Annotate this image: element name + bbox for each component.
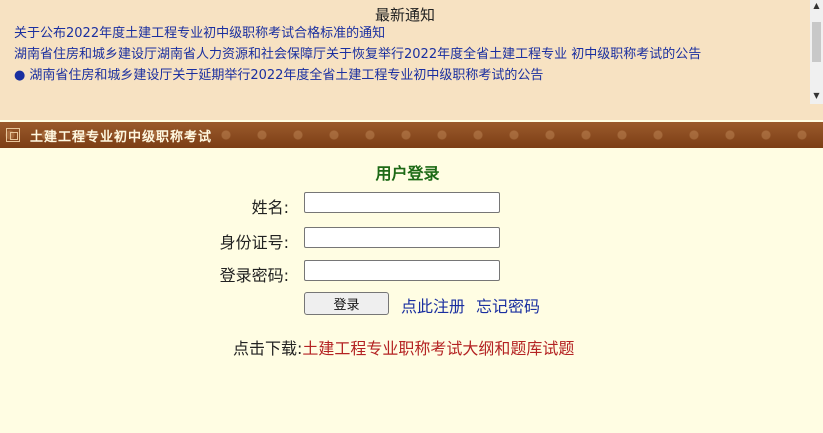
notice-item-2-text: 湖南省住房和城乡建设厅湖南省人力资源和社会保障厅关于恢复举行2022年度全省土建… <box>14 47 702 62</box>
download-row: 点击下载:土建工程专业职称考试大纲和题库试题 <box>233 335 574 359</box>
download-label: 点击下载: <box>233 339 303 358</box>
notice-item-2[interactable]: 湖南省住房和城乡建设厅湖南省人力资源和社会保障厅关于恢复举行2022年度全省土建… <box>10 46 800 63</box>
register-link[interactable]: 点此注册 <box>401 293 465 317</box>
password-label: 登录密码: <box>219 266 289 285</box>
section-title: 土建工程专业初中级职称考试 <box>30 130 213 145</box>
notice-title: 最新通知 <box>374 6 435 24</box>
forgot-password-link[interactable]: 忘记密码 <box>476 293 540 317</box>
scroll-up-icon[interactable]: ▲ <box>810 0 823 12</box>
id-number-input[interactable] <box>304 227 500 248</box>
notice-item-3-text: 湖南省住房和城乡建设厅关于延期举行2022年度全省土建工程专业初中级职称考试的公… <box>29 68 544 83</box>
id-number-label: 身份证号: <box>219 233 289 252</box>
notice-panel: 最新通知 关于公布2022年度土建工程专业初中级职称考试合格标准的通知 湖南省住… <box>0 0 823 120</box>
download-link[interactable]: 土建工程专业职称考试大纲和题库试题 <box>302 339 574 358</box>
name-input[interactable] <box>304 192 500 213</box>
notice-list: 关于公布2022年度土建工程专业初中级职称考试合格标准的通知 湖南省住房和城乡建… <box>10 25 800 88</box>
bullet-icon: ● <box>14 68 26 83</box>
name-row: 姓名: <box>0 192 823 217</box>
login-button[interactable]: 登录 <box>304 292 389 315</box>
section-header-bar: 土建工程专业初中级职称考试 <box>0 122 823 148</box>
name-label: 姓名: <box>251 198 289 217</box>
login-title: 用户登录 <box>375 164 440 183</box>
notice-item-3[interactable]: ● 湖南省住房和城乡建设厅关于延期举行2022年度全省土建工程专业初中级职称考试的… <box>10 67 800 84</box>
scroll-down-icon[interactable]: ▼ <box>810 90 823 102</box>
password-input[interactable] <box>304 260 500 281</box>
id-row: 身份证号: <box>0 227 823 252</box>
notice-item-1[interactable]: 关于公布2022年度土建工程专业初中级职称考试合格标准的通知 <box>10 25 800 42</box>
notice-scrollbar[interactable]: ▲ ▼ <box>810 0 823 104</box>
scroll-thumb[interactable] <box>812 22 821 62</box>
header-emblem-icon <box>6 128 20 142</box>
password-row: 登录密码: <box>0 260 823 285</box>
